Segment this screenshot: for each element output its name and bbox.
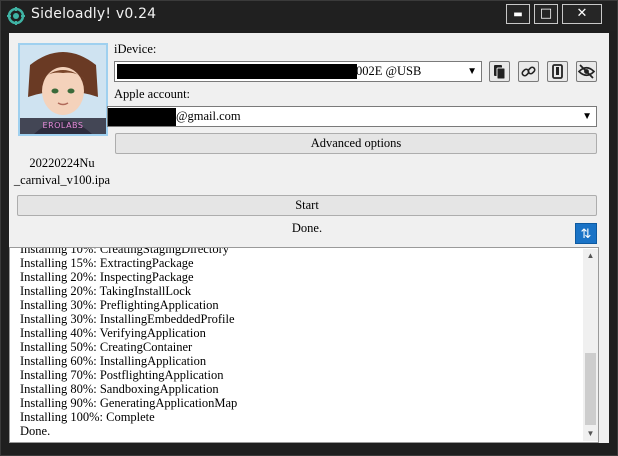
main-panel: EROLABS 20220224Nu _carnival_v100.ipa iD… — [9, 33, 609, 443]
apple-account-label: Apple account: — [114, 87, 191, 101]
log-line: Installing 40%: VerifyingApplication — [20, 326, 206, 340]
maximize-button[interactable]: □ — [534, 4, 558, 24]
log-line: Installing 50%: CreatingContainer — [20, 340, 193, 354]
link-icon — [521, 66, 536, 77]
log-line: Installing 10%: CreatingStagingDirectory — [20, 247, 229, 256]
phone-icon — [552, 64, 563, 79]
redacted-email-user — [108, 108, 176, 126]
toggle-log-order-button[interactable]: ⇅ — [575, 223, 597, 244]
app-window: Sideloadly! v0.24 ▬ □ ✕ EROLABS 20220224… — [0, 0, 618, 456]
redacted-device-name — [117, 64, 357, 79]
close-icon: ✕ — [576, 6, 588, 21]
log-line: Done. — [20, 424, 51, 438]
chevron-down-icon: ▼ — [582, 111, 592, 122]
copy-device-button[interactable] — [489, 61, 510, 82]
log-line: Installing 80%: SandboxingApplication — [20, 382, 219, 396]
file-name-line-1: 20220224Nu — [29, 156, 95, 170]
apple-account-value: @gmail.com — [176, 109, 241, 123]
window-title: Sideloadly! v0.24 — [31, 6, 157, 22]
file-name-line-2: _carnival_v100.ipa — [13, 173, 111, 187]
status-text: Done. — [291, 221, 323, 235]
log-line: Installing 60%: InstallingApplication — [20, 354, 207, 368]
maximize-icon: □ — [539, 6, 553, 21]
log-scrollbar[interactable]: ▲ ▼ — [583, 249, 598, 441]
hide-info-button[interactable] — [576, 61, 597, 82]
chevron-down-icon: ▼ — [467, 66, 477, 77]
title-bar[interactable]: Sideloadly! v0.24 ▬ □ ✕ — [1, 1, 617, 31]
idevice-selected-value: 002E @USB — [356, 64, 422, 78]
log-output[interactable]: Installing 10%: CreatingStagingDirectory… — [9, 247, 599, 443]
avatar-caption: EROLABS — [42, 121, 84, 130]
idevice-label: iDevice: — [114, 42, 157, 56]
app-logo-icon — [7, 7, 25, 25]
log-line: Installing 15%: ExtractingPackage — [20, 256, 194, 270]
log-line: Installing 20%: InspectingPackage — [20, 270, 194, 284]
idevice-select[interactable]: 002E @USB ▼ — [114, 61, 482, 82]
log-line: Installing 70%: PostflightingApplication — [20, 368, 224, 382]
wifi-link-button[interactable] — [518, 61, 539, 82]
copy-icon — [494, 65, 506, 80]
log-line: Installing 30%: PreflightingApplication — [20, 298, 219, 312]
close-button[interactable]: ✕ — [562, 4, 602, 24]
ipa-icon-dropzone[interactable]: EROLABS — [18, 43, 108, 136]
log-line: Installing 90%: GeneratingApplicationMap — [20, 396, 238, 410]
minimize-icon: ▬ — [513, 9, 523, 20]
scroll-down-icon[interactable]: ▼ — [583, 427, 598, 441]
minimize-button[interactable]: ▬ — [506, 4, 530, 24]
log-line: Installing 30%: InstallingEmbeddedProfil… — [20, 312, 235, 326]
ipa-file-name: 20220224Nu _carnival_v100.ipa — [9, 155, 115, 189]
log-line: Installing 20%: TakingInstallLock — [20, 284, 192, 298]
device-info-button[interactable] — [547, 61, 568, 82]
apple-account-input[interactable]: @gmail.com ▼ — [107, 106, 597, 127]
scroll-up-icon[interactable]: ▲ — [583, 249, 598, 263]
eye-off-icon — [577, 64, 596, 79]
advanced-options-button[interactable]: Advanced options — [115, 133, 597, 154]
sort-arrows-icon: ⇅ — [580, 226, 592, 241]
start-button[interactable]: Start — [17, 195, 597, 216]
scroll-thumb[interactable] — [585, 353, 596, 425]
log-line: Installing 100%: Complete — [20, 410, 155, 424]
log-lines: Installing 10%: CreatingStagingDirectory… — [20, 247, 238, 438]
